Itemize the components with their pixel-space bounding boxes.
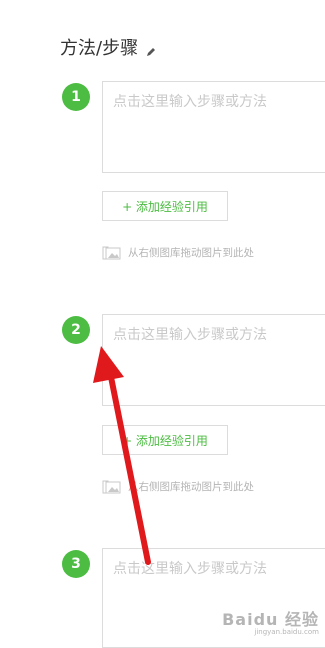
page-title: 方法/步骤 — [60, 38, 139, 59]
image-icon — [102, 480, 122, 494]
add-reference-button[interactable]: + 添加经验引用 — [102, 191, 228, 221]
step-input-placeholder: 点击这里输入步骤或方法 — [113, 327, 267, 343]
drag-hint-text: 从右侧图库拖动图片到此处 — [128, 247, 254, 259]
step-input-placeholder: 点击这里输入步骤或方法 — [113, 94, 267, 110]
section-header: 方法/步骤 — [60, 34, 156, 60]
image-icon — [102, 246, 122, 260]
step-2-input[interactable]: 点击这里输入步骤或方法 — [102, 314, 325, 406]
drag-hint-text: 从右侧图库拖动图片到此处 — [128, 481, 254, 493]
step-number-badge: 2 — [62, 316, 90, 344]
image-drop-hint: 从右侧图库拖动图片到此处 — [102, 479, 254, 494]
pencil-icon[interactable] — [146, 42, 156, 56]
watermark-text: Baidu 经验 — [222, 610, 319, 629]
watermark: Baidu 经验 jingyan.baidu.com — [222, 606, 319, 636]
step-1-input[interactable]: 点击这里输入步骤或方法 — [102, 81, 325, 173]
add-reference-button[interactable]: + 添加经验引用 — [102, 425, 228, 455]
step-number-badge: 3 — [62, 550, 90, 578]
watermark-subtext: jingyan.baidu.com — [254, 628, 319, 636]
image-drop-hint: 从右侧图库拖动图片到此处 — [102, 245, 254, 260]
step-number-badge: 1 — [62, 83, 90, 111]
step-input-placeholder: 点击这里输入步骤或方法 — [113, 561, 267, 577]
